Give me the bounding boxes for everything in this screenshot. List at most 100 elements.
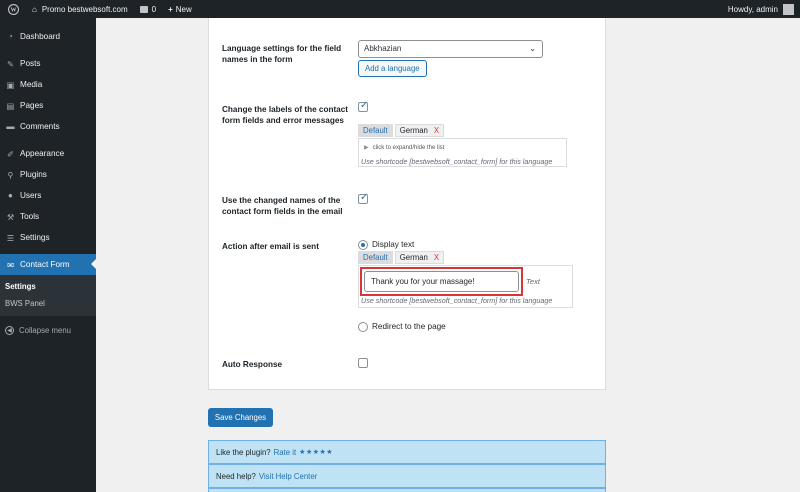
user-icon: ●: [8, 191, 13, 200]
wrench-icon: ⚒: [6, 212, 15, 222]
pin-icon: ✎: [7, 59, 14, 69]
tab-german[interactable]: German X: [394, 251, 445, 264]
auto-response-label: Auto Response: [222, 360, 283, 369]
comments-count: 0: [151, 4, 157, 14]
collapse-label: Collapse menu: [19, 325, 72, 335]
expand-hint: click to expand/hide the list: [372, 144, 445, 151]
checkmark-icon: ✓: [360, 100, 369, 111]
language-tabs-labels: Default German X: [358, 124, 446, 137]
highlight-box: [360, 267, 523, 296]
like-text: Like the plugin?: [216, 447, 271, 457]
display-text-radio[interactable]: [358, 240, 368, 250]
use-changed-names-label: Use the changed names of the contact for…: [222, 196, 343, 216]
auto-response-checkbox[interactable]: [358, 358, 368, 368]
comment-bubble-icon: [139, 5, 148, 13]
labels-list-box: ▶ click to expand/hide the list Use shor…: [358, 138, 567, 167]
sidebar-item-pages[interactable]: ▤ Pages: [0, 95, 96, 116]
language-settings-label: Language settings for the field names in…: [222, 44, 342, 64]
sidebar-item-label: Media: [20, 80, 43, 89]
triangle-right-icon: ▶: [364, 145, 369, 151]
save-changes-button[interactable]: Save Changes: [208, 408, 273, 427]
sidebar-item-label: Settings: [20, 233, 50, 242]
sidebar-item-contact-form[interactable]: ✉ Contact Form: [0, 254, 96, 275]
site-name-link[interactable]: ⌂ Promo bestwebsoft.com: [26, 0, 134, 18]
plus-icon: +: [168, 4, 173, 14]
language-select-value: Abkhazian: [364, 44, 402, 53]
sidebar-item-label: Posts: [20, 59, 41, 68]
new-label: New: [175, 4, 192, 14]
dashboard-icon: ◔: [8, 32, 13, 41]
comments-link[interactable]: 0: [134, 0, 162, 18]
tab-german-label: German: [399, 253, 428, 262]
sidebar-item-label: Pages: [20, 101, 44, 110]
collapse-menu-button[interactable]: ◀ Collapse menu: [0, 320, 96, 340]
wordpress-logo-icon[interactable]: W: [0, 0, 26, 18]
sidebar-item-label: Users: [20, 191, 42, 200]
display-text-label: Display text: [372, 240, 415, 249]
change-labels-checkbox[interactable]: ✓: [358, 100, 369, 112]
account-menu[interactable]: Howdy, admin: [722, 0, 800, 18]
shortcode-note: Use shortcode [bestwebsoft_contact_form]…: [361, 157, 553, 166]
tab-default[interactable]: Default: [358, 124, 393, 137]
settings-panel: Language settings for the field names in…: [208, 18, 606, 390]
sidebar-item-plugins[interactable]: ⚲ Plugins: [0, 164, 96, 185]
pages-icon: ▤: [6, 101, 15, 111]
stars-icon: ★★★★★: [299, 449, 334, 456]
sidebar-item-comments[interactable]: ▬ Comments: [0, 116, 96, 137]
sidebar-item-label: Plugins: [20, 170, 47, 179]
sliders-icon: ☰: [6, 233, 15, 243]
redirect-radio[interactable]: [358, 322, 368, 332]
language-select[interactable]: Abkhazian ⌄: [358, 40, 543, 58]
next-notice: [208, 488, 606, 492]
svg-text:W: W: [10, 7, 16, 13]
help-center-link[interactable]: Visit Help Center: [259, 472, 317, 481]
expand-list-toggle[interactable]: ▶ click to expand/hide the list: [364, 144, 445, 152]
sidebar-item-posts[interactable]: ✎ Posts: [0, 53, 96, 74]
collapse-arrow-icon: ◀: [5, 325, 14, 335]
close-tab-icon[interactable]: X: [434, 126, 439, 135]
sidebar-item-settings[interactable]: ☰ Settings: [0, 227, 96, 248]
plug-icon: ⚲: [7, 170, 14, 180]
rate-plugin-notice: Like the plugin? Rate it ★★★★★: [208, 440, 606, 464]
new-content-link[interactable]: + New: [162, 0, 198, 18]
sidebar-item-label: Dashboard: [20, 32, 61, 41]
shortcode-note: Use shortcode [bestwebsoft_contact_form]…: [361, 296, 553, 305]
tab-default[interactable]: Default: [358, 251, 393, 264]
sidebar-item-users[interactable]: ● Users: [0, 185, 96, 206]
add-language-button[interactable]: Add a language: [358, 60, 427, 77]
sidebar-item-media[interactable]: ▣ Media: [0, 74, 96, 95]
rate-it-link[interactable]: Rate it: [274, 448, 297, 457]
media-icon: ▣: [6, 80, 15, 90]
comment-icon: ▬: [6, 122, 15, 131]
submenu-bws-panel[interactable]: BWS Panel: [0, 295, 96, 312]
sidebar-item-dashboard[interactable]: ◔ Dashboard: [0, 26, 96, 47]
avatar: [783, 3, 794, 15]
sidebar-item-tools[interactable]: ⚒ Tools: [0, 206, 96, 227]
envelope-icon: ✉: [7, 260, 14, 270]
sidebar-item-label: Contact Form: [20, 260, 70, 269]
help-text: Need help?: [216, 471, 256, 481]
tab-german[interactable]: German X: [394, 124, 445, 137]
language-tabs-message: Default German X: [358, 251, 446, 264]
tab-german-label: German: [399, 126, 428, 135]
redirect-label: Redirect to the page: [372, 322, 446, 331]
submenu-settings[interactable]: Settings: [0, 278, 96, 295]
brush-icon: ✐: [7, 149, 14, 159]
contact-form-submenu: Settings BWS Panel: [0, 275, 96, 316]
use-changed-names-checkbox[interactable]: ✓: [358, 192, 368, 204]
site-name: Promo bestwebsoft.com: [41, 4, 128, 14]
sidebar-item-label: Tools: [20, 212, 40, 221]
howdy-text: Howdy, admin: [727, 4, 778, 14]
sidebar-item-appearance[interactable]: ✐ Appearance: [0, 143, 96, 164]
action-after-email-label: Action after email is sent: [222, 242, 319, 251]
home-icon: ⌂: [32, 4, 37, 14]
text-suffix: Text: [526, 277, 540, 286]
admin-sidebar: ◔ Dashboard ✎ Posts ▣ Media ▤ Pages ▬ Co…: [0, 18, 96, 492]
sidebar-item-label: Comments: [20, 122, 60, 131]
chevron-down-icon: ⌄: [529, 44, 536, 53]
admin-bar: W ⌂ Promo bestwebsoft.com 0 + New Howdy,…: [0, 0, 800, 18]
help-notice: Need help? Visit Help Center: [208, 464, 606, 488]
close-tab-icon[interactable]: X: [434, 253, 439, 262]
change-labels-label: Change the labels of the contact form fi…: [222, 105, 349, 125]
sidebar-item-label: Appearance: [20, 149, 65, 158]
